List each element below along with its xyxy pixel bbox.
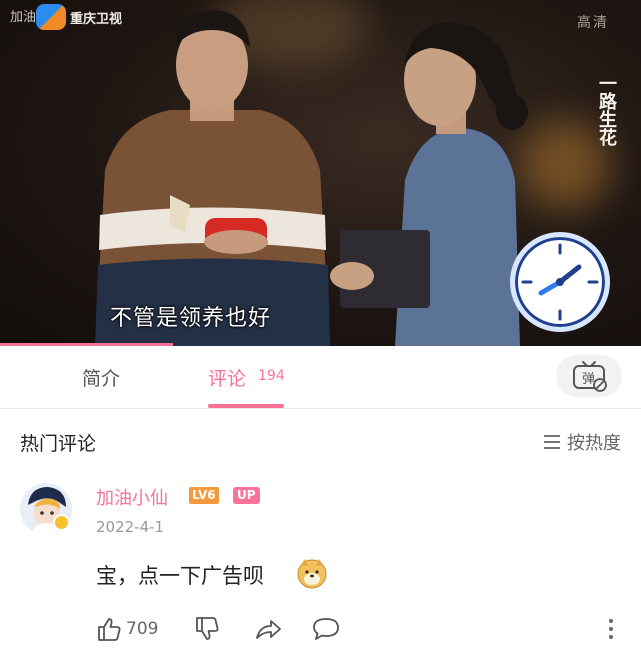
svg-text:弹: 弹 — [582, 372, 595, 387]
doge-emoji — [297, 559, 327, 589]
comment-username[interactable]: 加油小仙 — [96, 484, 168, 510]
tab-comments[interactable]: 评论 — [208, 364, 246, 391]
comments-count: 194 — [258, 368, 285, 384]
quality-watermark: 高清 — [577, 15, 609, 31]
sort-label: 按热度 — [567, 433, 621, 454]
comment-text: 宝，点一下广告呗 — [96, 564, 264, 588]
show-title-watermark: 一路生花 — [596, 74, 617, 146]
channel-watermark: 重庆卫视 — [70, 12, 123, 27]
like-count: 709 — [126, 619, 159, 639]
sort-lines-icon — [544, 435, 560, 449]
channel-logo-icon — [36, 4, 66, 30]
thumbs-down-icon[interactable] — [194, 616, 220, 642]
sort-toggle[interactable]: 按热度 — [543, 429, 621, 455]
level-badge: LV6 — [189, 487, 219, 504]
more-icon[interactable] — [606, 618, 616, 640]
section-divider — [0, 408, 641, 409]
comment-date: 2022-4-1 — [96, 518, 165, 536]
clock-icon — [510, 232, 610, 332]
video-player[interactable]: 加油小仙 重庆卫视 高清 一路生花 不管是领养也好 — [0, 0, 641, 346]
reply-icon[interactable] — [312, 616, 340, 642]
verified-badge-icon — [53, 514, 70, 531]
tab-bar: 简介 评论 194 弹 — [0, 346, 641, 408]
share-icon[interactable] — [254, 616, 282, 642]
tab-intro[interactable]: 简介 — [82, 364, 120, 391]
hot-comments-title: 热门评论 — [20, 433, 97, 455]
thumbs-up-icon[interactable] — [96, 616, 122, 642]
danmaku-tv-icon: 弹 — [573, 361, 607, 392]
up-badge: UP — [233, 487, 260, 504]
danmaku-button[interactable]: 弹 — [556, 355, 622, 397]
video-subtitle: 不管是领养也好 — [110, 306, 272, 331]
